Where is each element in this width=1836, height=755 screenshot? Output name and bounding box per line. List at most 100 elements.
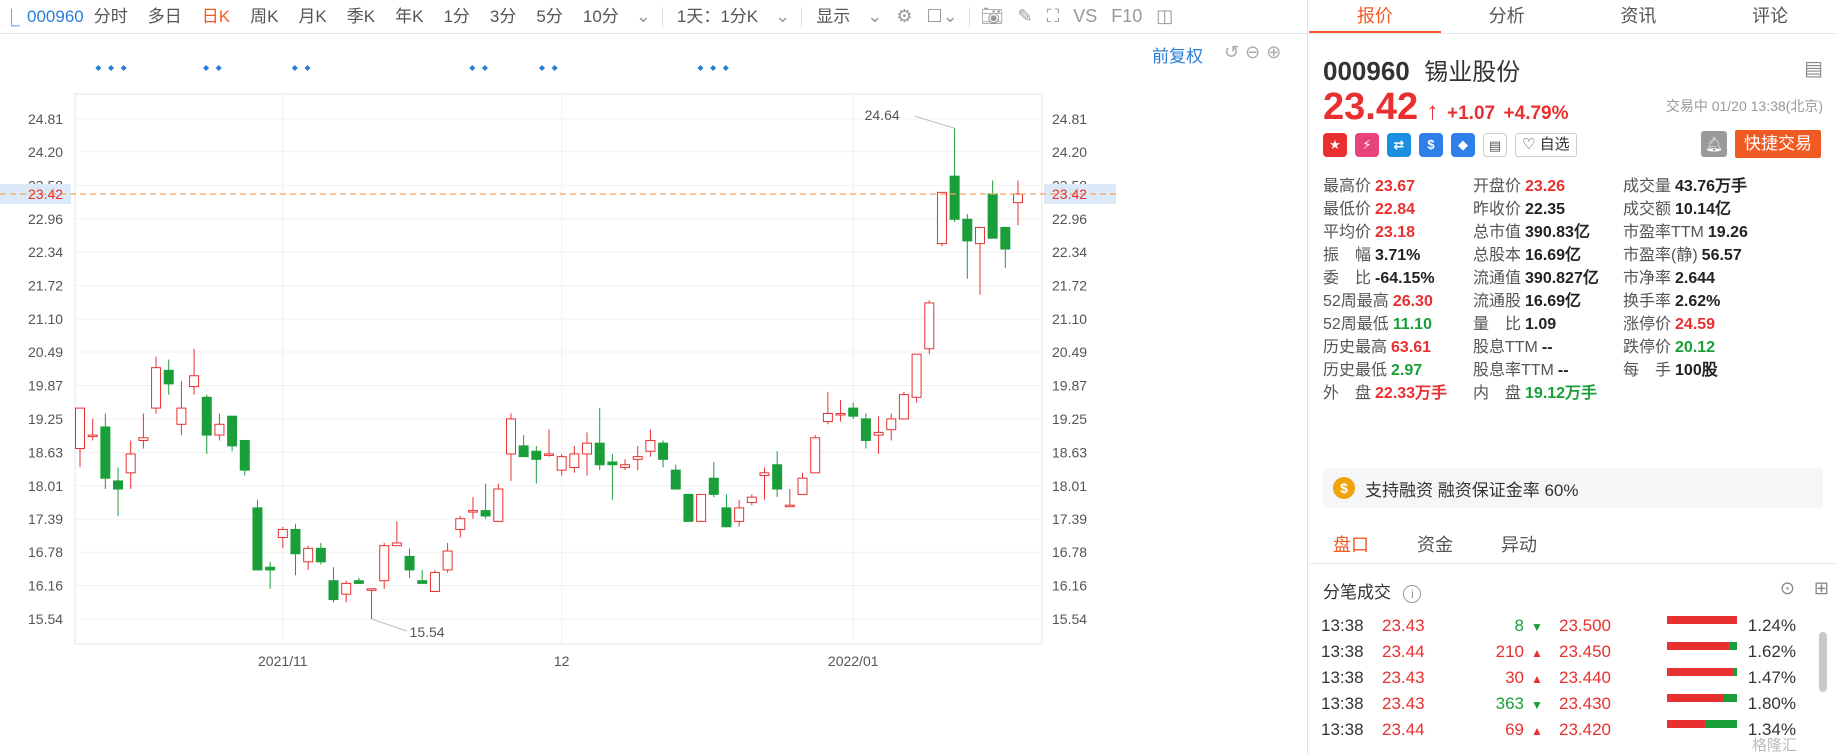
stat-value: 23.18 bbox=[1375, 224, 1416, 241]
chart-axes: 24.8124.8124.2024.2023.5823.5822.9622.96… bbox=[0, 107, 1116, 669]
quick-trade-button[interactable]: 快捷交易 bbox=[1735, 130, 1821, 158]
period-10min[interactable]: 10分 bbox=[573, 0, 629, 34]
period-5min[interactable]: 5分 bbox=[526, 0, 572, 34]
candle-body bbox=[455, 518, 466, 530]
settings-icon[interactable]: ⚙ bbox=[889, 6, 919, 27]
stat-value: -- bbox=[1557, 362, 1569, 379]
candle-body bbox=[822, 412, 833, 423]
high-annotation: 24.64 bbox=[865, 107, 900, 123]
china-flag-icon[interactable]: ★ bbox=[1323, 133, 1347, 157]
draw-pen-icon[interactable]: ✎ bbox=[1011, 6, 1040, 27]
shortcut-icon[interactable]: ⚡ bbox=[1355, 133, 1379, 157]
more-icon[interactable]: ⊙ bbox=[1780, 578, 1795, 599]
period-1min[interactable]: 1分 bbox=[433, 0, 479, 34]
stat-value: 390.827亿 bbox=[1525, 270, 1599, 287]
candle-body bbox=[303, 547, 314, 563]
color-box-icon[interactable]: ☐⌄ bbox=[919, 6, 964, 27]
tick-percent: 1.80% bbox=[1747, 694, 1796, 713]
candlestick-chart[interactable]: 24.8124.8124.2024.2023.5823.5822.9622.96… bbox=[0, 34, 1308, 755]
period-multiday[interactable]: 多日 bbox=[138, 0, 192, 34]
y-tick-label-left: 21.72 bbox=[28, 278, 63, 294]
candle-body bbox=[366, 588, 377, 591]
scrollbar-thumb[interactable] bbox=[1819, 632, 1827, 692]
candle-body bbox=[556, 456, 567, 471]
bell-icon[interactable]: 🔔︎ bbox=[1701, 131, 1727, 157]
stat-item: 内 盘 19.12万手 bbox=[1473, 383, 1597, 405]
tab-analysis[interactable]: 分析 bbox=[1441, 0, 1573, 33]
tab-news[interactable]: 资讯 bbox=[1573, 0, 1705, 33]
stat-value: -- bbox=[1541, 339, 1553, 356]
stock-code: 000960 bbox=[1323, 56, 1410, 86]
tick-volume: 363 bbox=[1495, 694, 1524, 713]
tick-scrollbar[interactable] bbox=[1819, 612, 1829, 755]
stat-label: 总市值 bbox=[1473, 224, 1522, 241]
interval-select[interactable]: 1天：1分K bbox=[667, 0, 768, 34]
stat-item: 流通股 16.69亿 bbox=[1473, 291, 1581, 313]
candle-body bbox=[544, 453, 554, 456]
dollar-icon[interactable]: $ bbox=[1419, 133, 1443, 157]
stat-value: 19.12万手 bbox=[1525, 385, 1598, 402]
tab-comments[interactable]: 评论 bbox=[1704, 0, 1836, 33]
tab-alerts[interactable]: 异动 bbox=[1477, 528, 1561, 563]
document-icon[interactable]: ▤ bbox=[1483, 133, 1507, 157]
watchlist-button[interactable]: ♡ 自选 bbox=[1515, 133, 1577, 157]
period-quarterly[interactable]: 季K bbox=[337, 0, 385, 34]
stock-name: 锡业股份 bbox=[1424, 59, 1521, 86]
margin-info[interactable]: $ 支持融资 融资保证金率 60% bbox=[1323, 468, 1823, 508]
y-tick-label-left: 16.16 bbox=[28, 578, 63, 594]
list-icon[interactable]: ▤ bbox=[1804, 56, 1823, 81]
y-tick-label-right: 21.10 bbox=[1052, 311, 1087, 327]
candle-body bbox=[379, 545, 390, 582]
period-weekly[interactable]: 周K bbox=[240, 0, 288, 34]
candle-body bbox=[911, 353, 922, 398]
candle-body bbox=[772, 464, 783, 490]
layout-toggle-icon[interactable]: ⎿ bbox=[0, 4, 23, 29]
period-3min[interactable]: 3分 bbox=[480, 0, 526, 34]
candle-body bbox=[531, 450, 542, 460]
event-markers bbox=[95, 65, 729, 71]
tick-title: 分笔成交 bbox=[1323, 583, 1391, 602]
stock-code-label[interactable]: 000960 bbox=[23, 7, 84, 27]
display-menu[interactable]: 显示 bbox=[806, 0, 860, 34]
tab-capital[interactable]: 资金 bbox=[1393, 528, 1477, 563]
y-tick-label-left: 22.96 bbox=[28, 211, 63, 227]
candle-body bbox=[848, 407, 859, 417]
candle-body bbox=[391, 542, 402, 547]
info-icon[interactable]: i bbox=[1403, 585, 1422, 603]
triangle-up-icon: ▲ bbox=[1531, 646, 1543, 660]
shuffle-icon[interactable]: ⇄ bbox=[1387, 133, 1411, 157]
stat-label: 流通股 bbox=[1473, 293, 1522, 310]
candle-body bbox=[734, 507, 745, 522]
tag-icon[interactable]: ◆ bbox=[1451, 133, 1475, 157]
chevron-down-icon[interactable]: ⌄ bbox=[629, 6, 658, 27]
event-marker bbox=[551, 65, 558, 71]
tick-price: 23.43 bbox=[1382, 668, 1425, 687]
candle-body bbox=[214, 423, 225, 436]
chevron-down-icon[interactable]: ⌄ bbox=[860, 6, 889, 27]
stat-label: 历史最低 bbox=[1323, 362, 1388, 379]
period-intraday[interactable]: 分时 bbox=[84, 0, 138, 34]
period-yearly[interactable]: 年K bbox=[385, 0, 433, 34]
tab-orderbook[interactable]: 盘口 bbox=[1309, 528, 1393, 563]
tick-bar bbox=[1667, 668, 1737, 676]
stat-label: 最高价 bbox=[1323, 178, 1372, 195]
candle-body bbox=[328, 580, 339, 601]
tab-quote[interactable]: 报价 bbox=[1309, 0, 1441, 33]
period-monthly[interactable]: 月K bbox=[288, 0, 336, 34]
panel-toggle-icon[interactable]: ◫ bbox=[1149, 6, 1180, 27]
event-marker bbox=[95, 65, 102, 71]
camera-icon[interactable]: 📷︎ bbox=[974, 6, 1011, 27]
f10-button[interactable]: F10 bbox=[1104, 6, 1149, 27]
price-change: +1.07 bbox=[1447, 103, 1496, 124]
vs-compare-button[interactable]: VS bbox=[1066, 6, 1104, 27]
expand-icon[interactable]: ⊞ bbox=[1814, 578, 1829, 599]
chevron-down-icon[interactable]: ⌄ bbox=[768, 6, 797, 27]
stat-value: 56.57 bbox=[1701, 247, 1742, 264]
fullscreen-icon[interactable]: ⛶ bbox=[1040, 6, 1067, 27]
stat-value: 20.12 bbox=[1675, 339, 1716, 356]
candle-body bbox=[569, 453, 580, 468]
y-tick-label-right: 19.87 bbox=[1052, 377, 1087, 393]
stat-value: 100股 bbox=[1675, 362, 1718, 379]
tick-bar bbox=[1667, 720, 1737, 728]
period-daily[interactable]: 日K bbox=[192, 0, 240, 34]
